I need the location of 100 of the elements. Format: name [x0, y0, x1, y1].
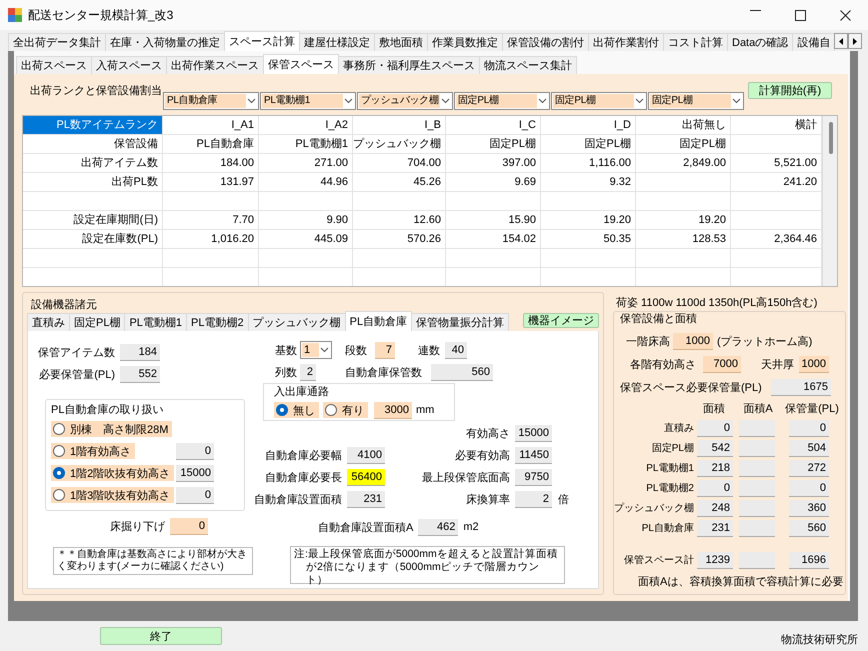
tab[interactable]: 固定PL棚: [69, 313, 126, 331]
input-field[interactable]: 7000: [703, 356, 741, 372]
value-field: 248: [697, 500, 733, 516]
table-cell: I_D: [541, 116, 636, 135]
calculate-button[interactable]: 計算開始(再): [748, 82, 832, 99]
table-cell: 19.20: [541, 211, 636, 230]
radio-button[interactable]: 1階3階吹抜有効高さ: [51, 487, 174, 503]
field-label: 保管量(PL): [784, 402, 840, 416]
table-cell: 44.96: [259, 173, 353, 192]
value-field: 1675: [771, 378, 831, 396]
tab[interactable]: 出荷スペース: [16, 56, 92, 74]
group-title: 入出庫通路: [274, 384, 330, 400]
table-cell: 131.97: [163, 173, 259, 192]
exit-button[interactable]: 終了: [100, 627, 222, 645]
maximize-icon[interactable]: [795, 10, 806, 20]
tab[interactable]: 作業員数推定: [427, 33, 503, 51]
value-field: [739, 500, 775, 516]
dropdown[interactable]: プッシュバック棚: [357, 92, 453, 110]
value-field: 0: [176, 442, 214, 460]
radio-button[interactable]: 1階有効高さ: [51, 443, 136, 459]
tab[interactable]: PL電動棚1: [124, 313, 188, 331]
tab[interactable]: 物流スペース集計: [479, 56, 577, 74]
note-text: ＊＊自動倉庫は基数高さにより部材が大きく変わります(メーカに確認ください): [53, 547, 253, 575]
close-icon[interactable]: [840, 10, 851, 20]
tab[interactable]: 在庫・入荷物量の推定: [105, 33, 225, 51]
dropdown[interactable]: 固定PL棚: [648, 92, 744, 110]
field-label: 天井厚: [761, 358, 794, 372]
table-cell: 19.20: [636, 211, 731, 230]
field-label: 保管スペース必要保管量(PL): [620, 380, 762, 394]
dropdown[interactable]: 1: [300, 341, 332, 359]
group-title: PL自動倉庫の取り扱い: [51, 402, 164, 418]
value-field: 4100: [347, 446, 385, 464]
tab[interactable]: PL自動倉庫: [344, 311, 412, 331]
tab[interactable]: プッシュバック棚: [248, 313, 346, 331]
scrollbar-thumb[interactable]: [829, 122, 833, 154]
tab[interactable]: スペース計算: [224, 31, 300, 51]
value-field: 56400: [347, 468, 385, 486]
table-cell: 445.09: [259, 230, 353, 249]
scroll-right-button[interactable]: [848, 33, 862, 49]
table-cell: 1,016.20: [163, 230, 259, 249]
input-field[interactable]: 0: [170, 518, 208, 534]
value-field: 462: [418, 518, 458, 536]
input-field[interactable]: 1000: [673, 332, 713, 350]
field-label: 床掘り下げ: [109, 520, 165, 534]
minimize-icon[interactable]: [750, 10, 761, 12]
value-field: [739, 480, 775, 496]
dropdown[interactable]: 固定PL棚: [454, 92, 550, 110]
radio-button[interactable]: 1階2階吹抜有効高さ: [51, 465, 174, 481]
value-field: 560: [431, 364, 493, 380]
value-field: 1696: [789, 552, 829, 568]
value-field: 0: [697, 420, 733, 436]
input-field[interactable]: 7: [375, 342, 395, 358]
field-label: 各階有効高さ: [630, 358, 696, 372]
value-field: 0: [789, 420, 829, 436]
table-cell: 15.90: [446, 211, 541, 230]
table-cell: 271.00: [259, 154, 353, 173]
caret-down-icon: [538, 98, 547, 104]
caret-down-icon: [320, 347, 329, 353]
caret-down-icon: [732, 98, 741, 104]
caret-down-icon: [635, 98, 644, 104]
radio-button[interactable]: 有り: [323, 402, 368, 418]
tab[interactable]: 出荷作業スペース: [166, 56, 264, 74]
dropdown[interactable]: 固定PL棚: [551, 92, 647, 110]
row-header: 保管設備: [23, 135, 163, 154]
radio-button[interactable]: 別棟 高さ制限28M: [51, 421, 172, 437]
dropdown[interactable]: PL電動棚1: [260, 92, 356, 110]
tab[interactable]: 入荷スペース: [91, 56, 167, 74]
field-label: 最上段保管底面高: [421, 470, 510, 484]
tab[interactable]: 全出荷データ集計: [8, 33, 106, 51]
table-cell: 固定PL棚: [636, 135, 731, 154]
caret-down-icon: [247, 98, 256, 104]
tab[interactable]: 事務所・福利厚生スペース: [338, 56, 480, 74]
tab[interactable]: 直積み: [27, 313, 70, 331]
field-label: 一階床高: [626, 334, 670, 348]
tab[interactable]: PL電動棚2: [186, 313, 249, 331]
table-cell: 128.53: [636, 230, 731, 249]
right-arrow-icon: [853, 38, 858, 44]
dropdown[interactable]: PL自動倉庫: [163, 92, 259, 110]
value-field: 218: [697, 460, 733, 476]
table-cell: 9.32: [541, 173, 636, 192]
value-field: 0: [697, 480, 733, 496]
tab[interactable]: 保管スペース: [263, 54, 339, 74]
group-title: 保管設備と面積: [619, 312, 698, 326]
field-label: 列数: [275, 366, 297, 380]
radio-button[interactable]: 無し: [274, 402, 319, 418]
table-cell: PL自動倉庫: [163, 135, 259, 154]
value-field: 40: [445, 342, 467, 358]
table-cell: 固定PL棚: [446, 135, 541, 154]
field-label: プッシュバック棚: [614, 502, 694, 515]
image-button[interactable]: 機器イメージ: [523, 313, 599, 328]
field-label: m2: [463, 521, 479, 533]
table-cell: 570.26: [353, 230, 446, 249]
field-label: 段数: [345, 344, 367, 358]
tab[interactable]: 設備自: [792, 33, 836, 51]
scroll-left-button[interactable]: [834, 33, 848, 49]
scrollbar[interactable]: [822, 116, 837, 286]
input-field[interactable]: 3000: [374, 402, 412, 418]
tab[interactable]: 保管物量振分計算: [411, 313, 510, 331]
input-field[interactable]: 1000: [799, 356, 829, 372]
table-cell: 2,849.00: [636, 154, 731, 173]
